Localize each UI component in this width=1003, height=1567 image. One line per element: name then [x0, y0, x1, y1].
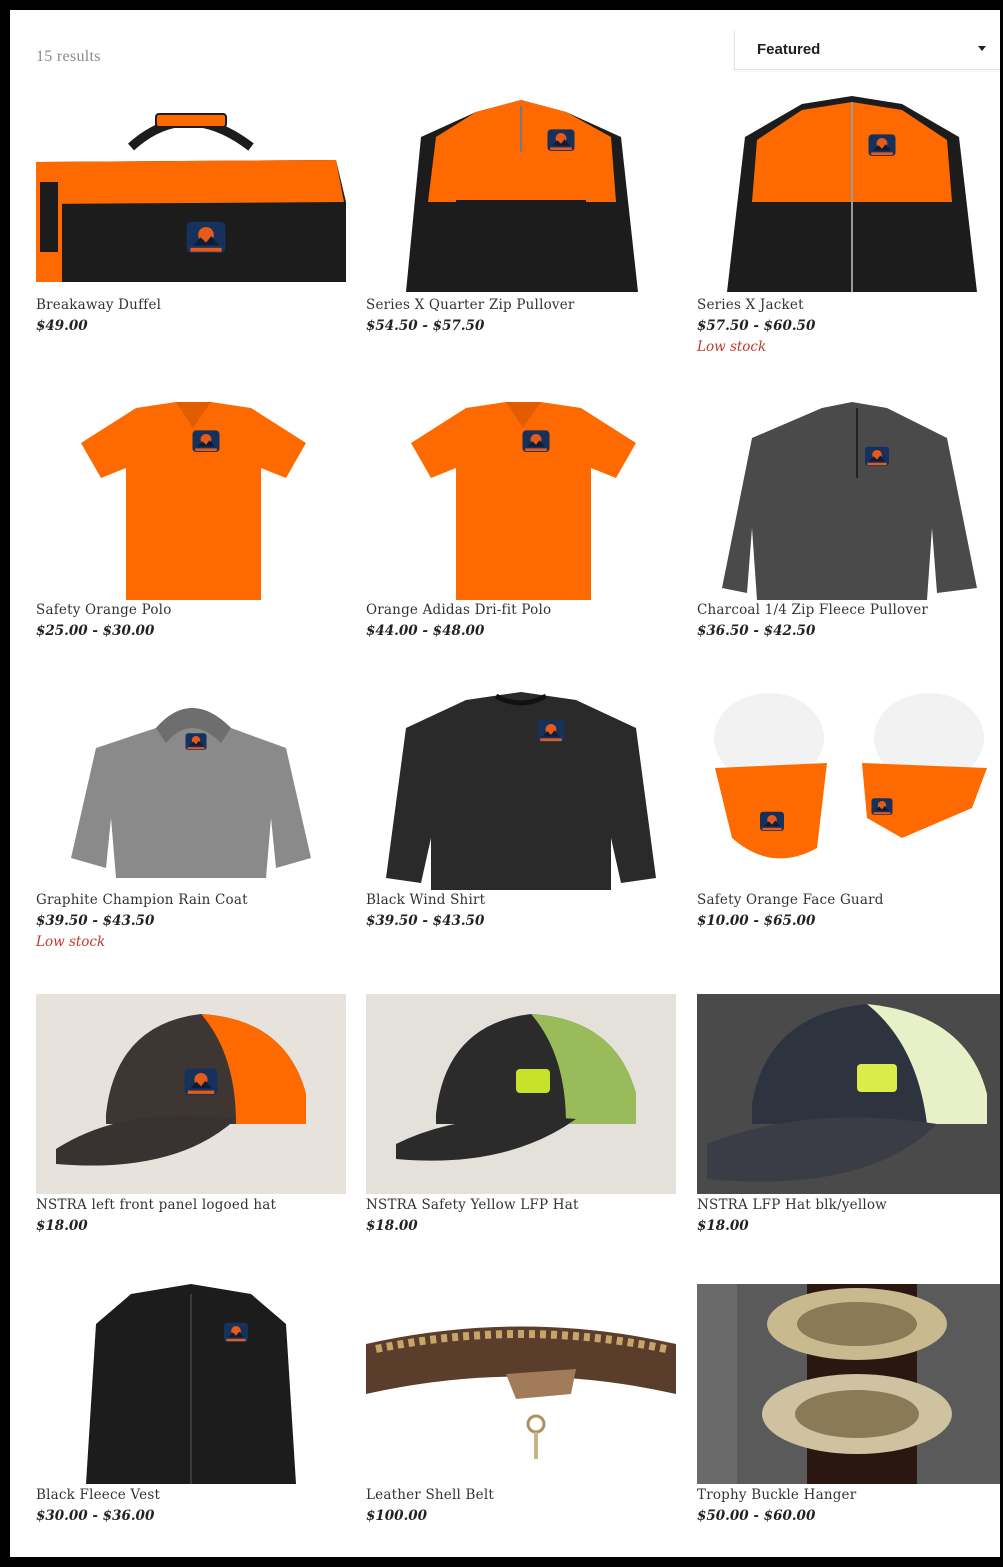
product-image[interactable] [697, 688, 1000, 890]
product-price: $49.00 [36, 318, 88, 334]
product-image[interactable] [366, 1284, 676, 1484]
product-price: $100.00 [366, 1508, 428, 1524]
product-image[interactable] [366, 688, 676, 890]
product-image[interactable] [36, 1284, 346, 1484]
product-image[interactable] [697, 1284, 1000, 1484]
product-image[interactable] [36, 688, 346, 890]
product-title[interactable]: Safety Orange Face Guard [697, 892, 884, 908]
product-image[interactable] [366, 92, 676, 292]
results-count: 15 results [36, 48, 101, 65]
product-title[interactable]: Leather Shell Belt [366, 1487, 494, 1503]
product-price: $18.00 [697, 1218, 749, 1234]
sort-selected-label: Featured [757, 41, 821, 58]
product-image[interactable] [36, 398, 346, 600]
product-title[interactable]: Series X Quarter Zip Pullover [366, 297, 575, 313]
product-price: $18.00 [366, 1218, 418, 1234]
product-image[interactable] [36, 994, 346, 1194]
product-listing-page: 15 results Featured Breakaway Duffel $49.… [10, 10, 1000, 1557]
product-price: $54.50 - $57.50 [366, 318, 485, 334]
product-price: $25.00 - $30.00 [36, 623, 155, 639]
product-title[interactable]: Charcoal 1/4 Zip Fleece Pullover [697, 602, 928, 618]
product-price: $39.50 - $43.50 [366, 913, 485, 929]
product-image[interactable] [366, 994, 676, 1194]
product-title[interactable]: Series X Jacket [697, 297, 804, 313]
product-image[interactable] [697, 398, 1000, 600]
product-title[interactable]: Trophy Buckle Hanger [697, 1487, 856, 1503]
sort-dropdown[interactable]: Featured [734, 30, 1000, 70]
product-price: $30.00 - $36.00 [36, 1508, 155, 1524]
product-image[interactable] [697, 92, 1000, 292]
product-image[interactable] [36, 92, 346, 292]
product-price: $36.50 - $42.50 [697, 623, 816, 639]
product-title[interactable]: NSTRA LFP Hat blk/yellow [697, 1197, 887, 1213]
product-title[interactable]: NSTRA left front panel logoed hat [36, 1197, 276, 1213]
stock-status: Low stock [36, 934, 106, 950]
product-price: $44.00 - $48.00 [366, 623, 485, 639]
product-image[interactable] [366, 398, 676, 600]
product-title[interactable]: NSTRA Safety Yellow LFP Hat [366, 1197, 579, 1213]
stock-status: Low stock [697, 339, 767, 355]
product-image[interactable] [697, 994, 1000, 1194]
product-title[interactable]: Breakaway Duffel [36, 297, 161, 313]
product-price: $50.00 - $60.00 [697, 1508, 816, 1524]
product-title[interactable]: Orange Adidas Dri-fit Polo [366, 602, 551, 618]
product-price: $18.00 [36, 1218, 88, 1234]
product-price: $10.00 - $65.00 [697, 913, 816, 929]
chevron-down-icon [978, 46, 986, 51]
product-title[interactable]: Black Wind Shirt [366, 892, 485, 908]
product-title[interactable]: Safety Orange Polo [36, 602, 172, 618]
product-title[interactable]: Graphite Champion Rain Coat [36, 892, 248, 908]
product-price: $57.50 - $60.50 [697, 318, 816, 334]
product-price: $39.50 - $43.50 [36, 913, 155, 929]
product-title[interactable]: Black Fleece Vest [36, 1487, 160, 1503]
